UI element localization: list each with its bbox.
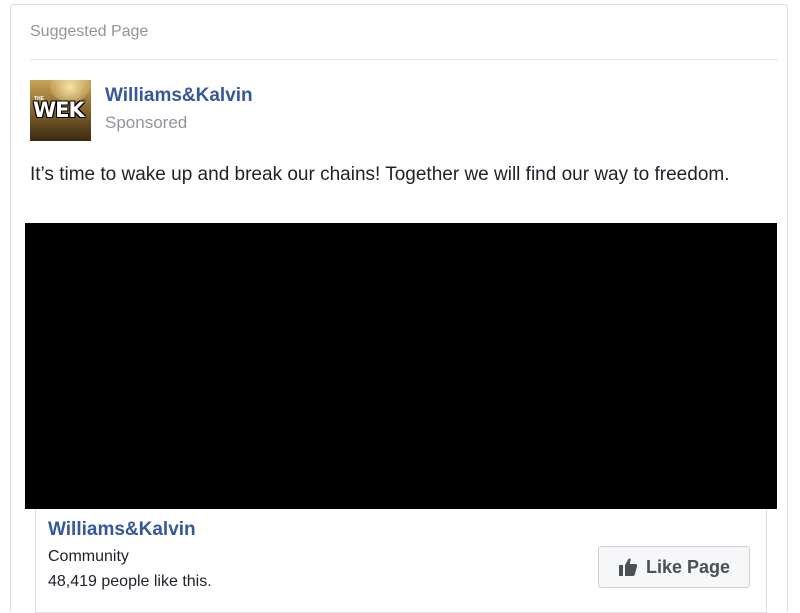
card-header-label: Suggested Page xyxy=(30,23,149,40)
footer-likes-count: 48,419 people like this. xyxy=(48,573,212,590)
thumbs-up-icon xyxy=(618,557,638,577)
footer-page-name-link[interactable]: Williams&Kalvin xyxy=(48,519,196,541)
like-page-button-label: Like Page xyxy=(645,556,731,577)
footer-page-category: Community xyxy=(48,548,129,565)
suggested-page-card: Suggested Page THE WEK Williams&Kalvin S… xyxy=(10,4,788,613)
sponsored-label[interactable]: Sponsored xyxy=(105,113,187,133)
post-media[interactable] xyxy=(25,223,777,509)
avatar-logo-text: WEK xyxy=(33,98,85,122)
page-avatar[interactable]: THE WEK xyxy=(30,80,91,141)
page-attachment-footer: Williams&Kalvin Community 48,419 people … xyxy=(35,509,767,613)
like-page-button[interactable]: Like Page xyxy=(598,546,750,588)
post-text: It’s time to wake up and break our chain… xyxy=(30,164,730,185)
header-divider xyxy=(30,59,778,60)
page-name-link[interactable]: Williams&Kalvin xyxy=(105,85,253,107)
